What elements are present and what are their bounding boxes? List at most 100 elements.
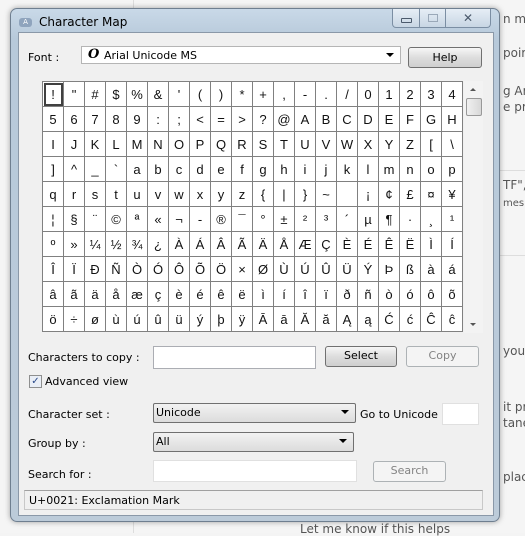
- character-cell[interactable]: î: [295, 282, 316, 307]
- group-by-dropdown[interactable]: All: [153, 432, 354, 452]
- character-cell[interactable]: ´: [337, 207, 358, 232]
- character-cell[interactable]: ¸: [421, 207, 442, 232]
- character-cell[interactable]: U: [295, 132, 316, 157]
- advanced-view-checkbox[interactable]: ✓: [29, 375, 42, 388]
- character-cell[interactable]: ¬: [169, 207, 190, 232]
- character-cell[interactable]: ö: [43, 307, 64, 332]
- character-cell[interactable]: Ù: [274, 257, 295, 282]
- character-cell[interactable]: `: [106, 157, 127, 182]
- character-cell[interactable]: \: [442, 132, 463, 157]
- character-cell[interactable]: ª: [127, 207, 148, 232]
- search-button[interactable]: Search: [373, 461, 446, 482]
- character-cell[interactable]: ê: [211, 282, 232, 307]
- character-cell[interactable]: =: [211, 107, 232, 132]
- character-cell[interactable]: °: [253, 207, 274, 232]
- character-cell[interactable]: ): [211, 82, 232, 107]
- character-cell[interactable]: Ë: [400, 232, 421, 257]
- character-cell[interactable]: ^: [64, 157, 85, 182]
- character-cell[interactable]: z: [232, 182, 253, 207]
- character-cell[interactable]: Ö: [211, 257, 232, 282]
- character-cell[interactable]: P: [190, 132, 211, 157]
- character-cell[interactable]: Ñ: [106, 257, 127, 282]
- character-cell[interactable]: µ: [358, 207, 379, 232]
- character-cell[interactable]: ¤: [421, 182, 442, 207]
- character-cell[interactable]: ì: [253, 282, 274, 307]
- character-cell[interactable]: 6: [64, 107, 85, 132]
- character-cell[interactable]: Î: [43, 257, 64, 282]
- character-cell[interactable]: ¯: [232, 207, 253, 232]
- character-cell[interactable]: ×: [232, 257, 253, 282]
- character-cell[interactable]: Ü: [337, 257, 358, 282]
- character-cell[interactable]: é: [190, 282, 211, 307]
- character-cell[interactable]: _: [85, 157, 106, 182]
- scroll-up-icon[interactable]: [470, 88, 476, 91]
- character-cell[interactable]: J: [64, 132, 85, 157]
- character-cell[interactable]: Ă: [295, 307, 316, 332]
- character-cell[interactable]: >: [232, 107, 253, 132]
- character-cell[interactable]: *: [232, 82, 253, 107]
- character-cell[interactable]: %: [127, 82, 148, 107]
- character-cell[interactable]: s: [85, 182, 106, 207]
- character-cell[interactable]: Ó: [148, 257, 169, 282]
- character-cell[interactable]: M: [127, 132, 148, 157]
- character-cell[interactable]: ½: [106, 232, 127, 257]
- character-cell[interactable]: Ĉ: [421, 307, 442, 332]
- character-cell[interactable]: ¼: [85, 232, 106, 257]
- character-cell[interactable]: Q: [211, 132, 232, 157]
- character-cell[interactable]: £: [400, 182, 421, 207]
- character-cell[interactable]: x: [190, 182, 211, 207]
- character-cell[interactable]: Þ: [379, 257, 400, 282]
- character-cell[interactable]: E: [379, 107, 400, 132]
- character-cell[interactable]: ü: [169, 307, 190, 332]
- character-cell[interactable]: 3: [421, 82, 442, 107]
- character-cell[interactable]: ç: [148, 282, 169, 307]
- character-cell[interactable]: F: [400, 107, 421, 132]
- character-cell[interactable]: k: [337, 157, 358, 182]
- character-cell[interactable]: r: [64, 182, 85, 207]
- character-cell[interactable]: ¢: [379, 182, 400, 207]
- character-cell[interactable]: Ç: [316, 232, 337, 257]
- character-cell[interactable]: Ò: [127, 257, 148, 282]
- character-cell[interactable]: [: [421, 132, 442, 157]
- character-cell[interactable]: ă: [316, 307, 337, 332]
- character-cell[interactable]: +: [253, 82, 274, 107]
- character-cell[interactable]: Í: [442, 232, 463, 257]
- character-cell[interactable]: :: [148, 107, 169, 132]
- character-cell[interactable]: A: [295, 107, 316, 132]
- character-cell[interactable]: i: [295, 157, 316, 182]
- character-cell[interactable]: 7: [85, 107, 106, 132]
- character-cell[interactable]: O: [169, 132, 190, 157]
- character-cell[interactable]: a: [127, 157, 148, 182]
- character-cell[interactable]: 8: [106, 107, 127, 132]
- character-cell[interactable]: ©: [106, 207, 127, 232]
- character-cell[interactable]: !: [43, 82, 64, 107]
- character-cell[interactable]: º: [43, 232, 64, 257]
- character-cell[interactable]: Ê: [379, 232, 400, 257]
- character-cell[interactable]: W: [337, 132, 358, 157]
- character-set-dropdown[interactable]: Unicode: [153, 403, 356, 423]
- character-cell[interactable]: æ: [127, 282, 148, 307]
- character-cell[interactable]: û: [148, 307, 169, 332]
- character-cell[interactable]: V: [316, 132, 337, 157]
- character-cell[interactable]: ò: [379, 282, 400, 307]
- character-cell[interactable]: 9: [127, 107, 148, 132]
- character-cell[interactable]: ð: [337, 282, 358, 307]
- character-cell[interactable]: Õ: [190, 257, 211, 282]
- character-cell[interactable]: Å: [274, 232, 295, 257]
- character-cell[interactable]: Æ: [295, 232, 316, 257]
- character-cell[interactable]: G: [421, 107, 442, 132]
- character-cell[interactable]: B: [316, 107, 337, 132]
- character-cell[interactable]: ë: [232, 282, 253, 307]
- character-cell[interactable]: ~: [316, 182, 337, 207]
- character-cell[interactable]: Ú: [295, 257, 316, 282]
- character-cell[interactable]: K: [85, 132, 106, 157]
- help-button[interactable]: Help: [408, 47, 482, 68]
- character-cell[interactable]: Â: [211, 232, 232, 257]
- character-cell[interactable]: ¹: [442, 207, 463, 232]
- character-cell[interactable]: ³: [316, 207, 337, 232]
- character-cell[interactable]: ÷: [64, 307, 85, 332]
- character-cell[interactable]: ø: [85, 307, 106, 332]
- character-cell[interactable]: ù: [106, 307, 127, 332]
- character-cell[interactable]: j: [316, 157, 337, 182]
- character-cell[interactable]: (: [190, 82, 211, 107]
